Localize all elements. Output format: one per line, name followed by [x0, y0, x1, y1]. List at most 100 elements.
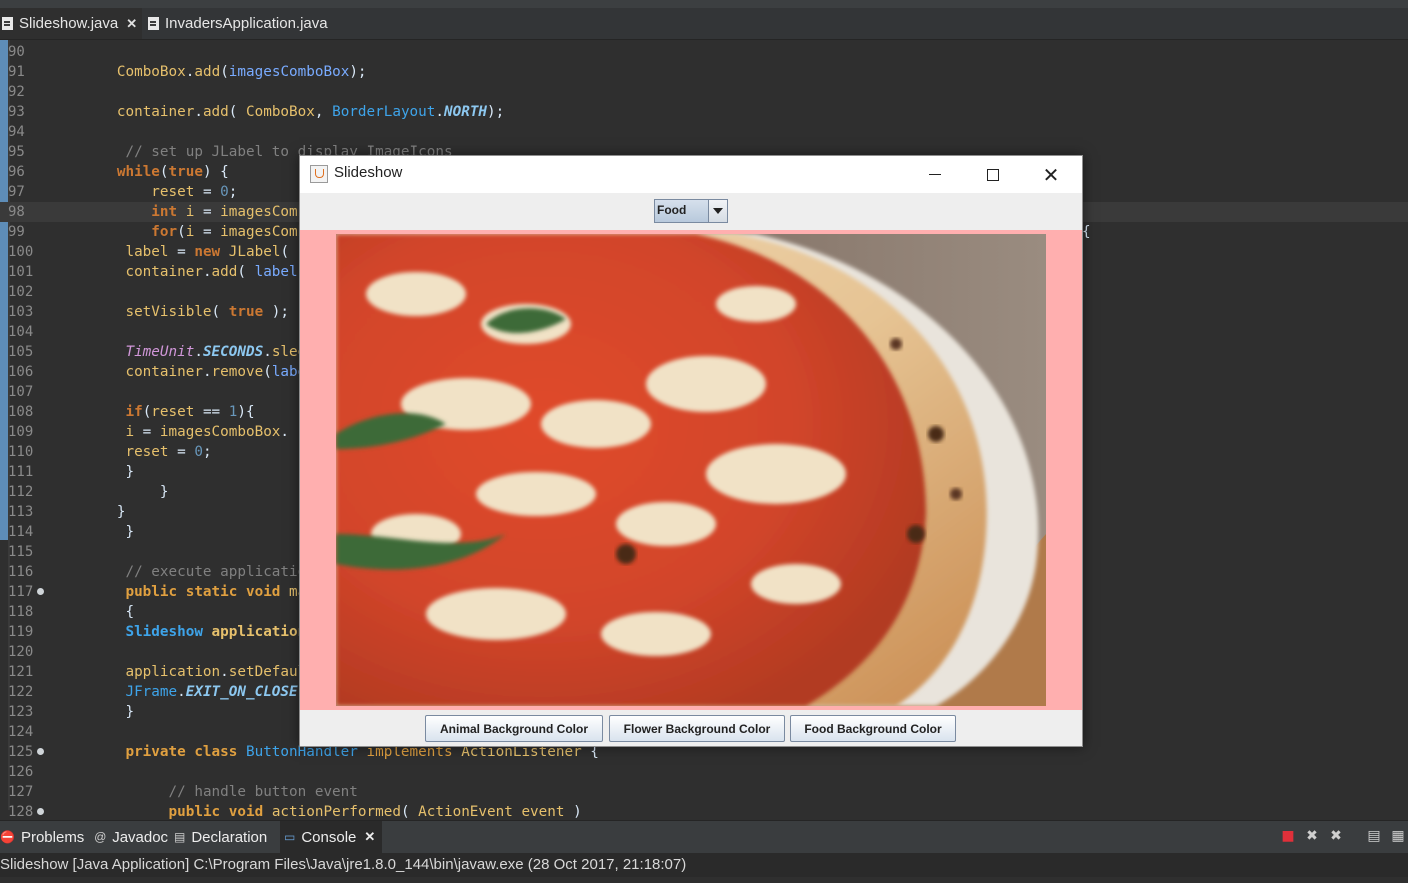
code-text: container.remove(label: [125, 364, 315, 380]
toolbar-separator: [1352, 828, 1358, 844]
code-text: reset = 0;: [151, 184, 238, 200]
code-text: {: [48, 604, 135, 620]
code-text: container.add( label: [125, 264, 298, 280]
line-number: 125: [8, 744, 34, 760]
code-line[interactable]: 90: [0, 42, 1408, 62]
line-number: 99: [8, 224, 25, 240]
code-text: public static void main: [125, 584, 323, 600]
code-text: for(i = imagesComboBox: [151, 224, 341, 240]
close-icon[interactable]: ✕: [126, 16, 137, 32]
window-titlebar[interactable]: Slideshow ✕: [300, 156, 1082, 193]
maximize-button[interactable]: [970, 156, 1016, 193]
fold-marker-icon[interactable]: [37, 588, 44, 595]
food-background-color-button[interactable]: Food Background Color: [790, 715, 956, 742]
line-number: 119: [8, 624, 34, 640]
tab-label: Slideshow.java: [19, 15, 119, 32]
code-line[interactable]: 91 ComboBox.add(imagesComboBox);: [0, 62, 1408, 82]
line-number: 101: [8, 264, 34, 280]
minimize-icon: [929, 174, 941, 175]
line-number: 109: [8, 424, 34, 440]
pizza-photo: [336, 234, 1046, 706]
terminate-icon[interactable]: ■: [1280, 828, 1296, 844]
line-number: 128: [8, 804, 34, 820]
line-number: 122: [8, 684, 34, 700]
line-number: 117: [8, 584, 34, 600]
line-number: 91: [8, 64, 25, 80]
code-text: JFrame.EXIT_ON_CLOSE: [125, 684, 298, 700]
code-text: int i = imagesComboBox: [151, 204, 341, 220]
line-number: 108: [8, 404, 34, 420]
line-number: 110: [8, 444, 34, 460]
code-text: }: [48, 504, 126, 520]
code-text: // execute application: [125, 564, 315, 580]
tab-label: Declaration: [191, 828, 268, 846]
line-number: 114: [8, 524, 34, 540]
tab-declaration[interactable]: ▤ Declaration: [174, 821, 276, 853]
line-number: 92: [8, 84, 25, 100]
console-toolbar: ■ ✖ ✖ ▤ ▦: [1280, 828, 1406, 844]
images-combo-box[interactable]: Food: [654, 199, 728, 223]
line-number: 97: [8, 184, 25, 200]
java-file-icon: [2, 17, 13, 30]
code-text: }: [48, 484, 169, 500]
code-text: Slideshow application: [125, 624, 307, 640]
line-number: 116: [8, 564, 34, 580]
tab-console[interactable]: ▭ Console ✕: [280, 821, 382, 853]
line-number: 115: [8, 544, 34, 560]
tab-javadoc[interactable]: @ Javadoc: [94, 821, 170, 853]
flower-background-color-button[interactable]: Flower Background Color: [609, 715, 785, 742]
code-text: if(reset == 1){: [125, 404, 255, 420]
code-text: public void actionPerformed( ActionEvent…: [168, 804, 582, 820]
code-line[interactable]: 126: [0, 762, 1408, 782]
line-number: 93: [8, 104, 25, 120]
remove-all-terminated-icon[interactable]: ✖: [1328, 828, 1344, 844]
code-line[interactable]: 127 // handle button event: [0, 782, 1408, 802]
code-line[interactable]: 92: [0, 82, 1408, 102]
animal-background-color-button[interactable]: Animal Background Color: [425, 715, 603, 742]
clear-console-icon[interactable]: ▤: [1366, 828, 1382, 844]
tab-problems[interactable]: ⛔ Problems: [0, 821, 88, 853]
line-number: 107: [8, 384, 34, 400]
fold-marker-icon[interactable]: [37, 808, 44, 815]
close-icon[interactable]: ✕: [364, 829, 375, 845]
line-number: 100: [8, 244, 34, 260]
line-number: 105: [8, 344, 34, 360]
line-number: 96: [8, 164, 25, 180]
minimize-button[interactable]: [912, 156, 958, 193]
line-number: 123: [8, 704, 34, 720]
fold-marker-icon[interactable]: [37, 748, 44, 755]
combo-row: Food: [300, 193, 1082, 230]
bottom-panel-tabs: ⛔ Problems @ Javadoc ▤ Declaration ▭ Con…: [0, 820, 1408, 853]
tab-invaders-application-java[interactable]: InvadersApplication.java: [146, 8, 348, 39]
button-row: Animal Background Color Flower Backgroun…: [300, 710, 1082, 746]
code-line[interactable]: 93 container.add( ComboBox, BorderLayout…: [0, 102, 1408, 122]
code-text: }: [48, 464, 135, 480]
line-number: 113: [8, 504, 34, 520]
code-line[interactable]: 94: [0, 122, 1408, 142]
line-number: 106: [8, 364, 34, 380]
line-number: 94: [8, 124, 25, 140]
code-line[interactable]: 128 public void actionPerformed( ActionE…: [0, 802, 1408, 822]
line-number: 111: [8, 464, 34, 480]
line-number: 118: [8, 604, 34, 620]
code-text: ComboBox.add(imagesComboBox);: [116, 64, 367, 80]
slideshow-window[interactable]: Slideshow ✕ Food Animal Background Color…: [299, 155, 1083, 747]
tab-label: InvadersApplication.java: [165, 15, 328, 32]
code-text: setVisible( true );: [125, 304, 290, 320]
chevron-down-icon[interactable]: [708, 200, 727, 222]
line-number: 95: [8, 144, 25, 160]
tab-slideshow-java[interactable]: Slideshow.java ✕: [0, 8, 142, 39]
maximize-icon: [987, 168, 999, 181]
code-text: i = imagesComboBox.: [125, 424, 290, 440]
remove-launch-icon[interactable]: ✖: [1304, 828, 1320, 844]
close-button[interactable]: ✕: [1028, 156, 1074, 193]
console-output: Slideshow [Java Application] C:\Program …: [0, 853, 1408, 877]
line-number: 90: [8, 44, 25, 60]
window-title: Slideshow: [334, 164, 403, 181]
code-text: label = new JLabel(: [125, 244, 290, 260]
javadoc-icon: @: [94, 830, 107, 844]
scroll-lock-icon[interactable]: ▦: [1390, 828, 1406, 844]
java-app-icon: [310, 165, 328, 183]
declaration-icon: ▤: [174, 830, 186, 844]
editor-tab-bar: Slideshow.java ✕ InvadersApplication.jav…: [0, 8, 1408, 40]
